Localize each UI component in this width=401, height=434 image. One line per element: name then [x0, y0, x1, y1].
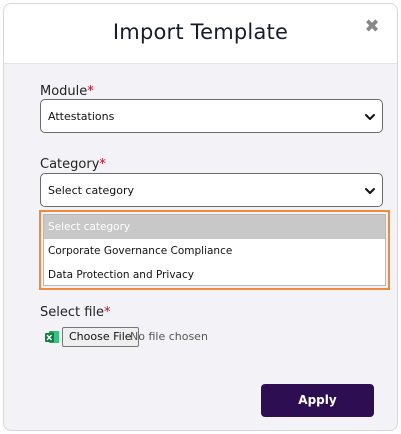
- modal-header: Import Template ✖: [4, 4, 397, 64]
- module-label-text: Module: [40, 84, 88, 99]
- module-required-mark: *: [87, 84, 94, 99]
- dropdown-option-corporate-governance[interactable]: Corporate Governance Compliance: [44, 239, 385, 263]
- category-select[interactable]: Select category: [40, 173, 383, 207]
- modal-title: Import Template: [112, 20, 289, 44]
- file-input-row: Choose File No file chosen: [44, 327, 344, 347]
- category-label: Category*: [40, 157, 106, 172]
- choose-file-button[interactable]: Choose File: [62, 327, 139, 347]
- category-select-value: Select category: [48, 184, 135, 197]
- close-icon[interactable]: ✖: [363, 18, 381, 36]
- file-status-text: No file chosen: [130, 330, 208, 343]
- module-select-value: Attestations: [48, 110, 115, 123]
- import-template-modal: Import Template ✖ Module* Attestations C…: [3, 3, 398, 431]
- dropdown-highlight-box: Select category Corporate Governance Com…: [39, 210, 390, 290]
- file-label-text: Select file: [40, 305, 105, 320]
- file-label: Select file*: [40, 305, 111, 320]
- module-label: Module*: [40, 84, 94, 99]
- apply-button[interactable]: Apply: [261, 384, 374, 417]
- file-required-mark: *: [104, 305, 111, 320]
- excel-icon: [45, 331, 59, 343]
- category-required-mark: *: [99, 157, 106, 172]
- category-dropdown-list: Select category Corporate Governance Com…: [43, 214, 386, 286]
- chevron-down-icon: [365, 114, 375, 120]
- module-select[interactable]: Attestations: [40, 99, 383, 133]
- category-label-text: Category: [40, 157, 100, 172]
- chevron-down-icon: [365, 188, 375, 194]
- dropdown-option-data-protection[interactable]: Data Protection and Privacy: [44, 263, 385, 287]
- dropdown-option-select-category[interactable]: Select category: [44, 215, 385, 239]
